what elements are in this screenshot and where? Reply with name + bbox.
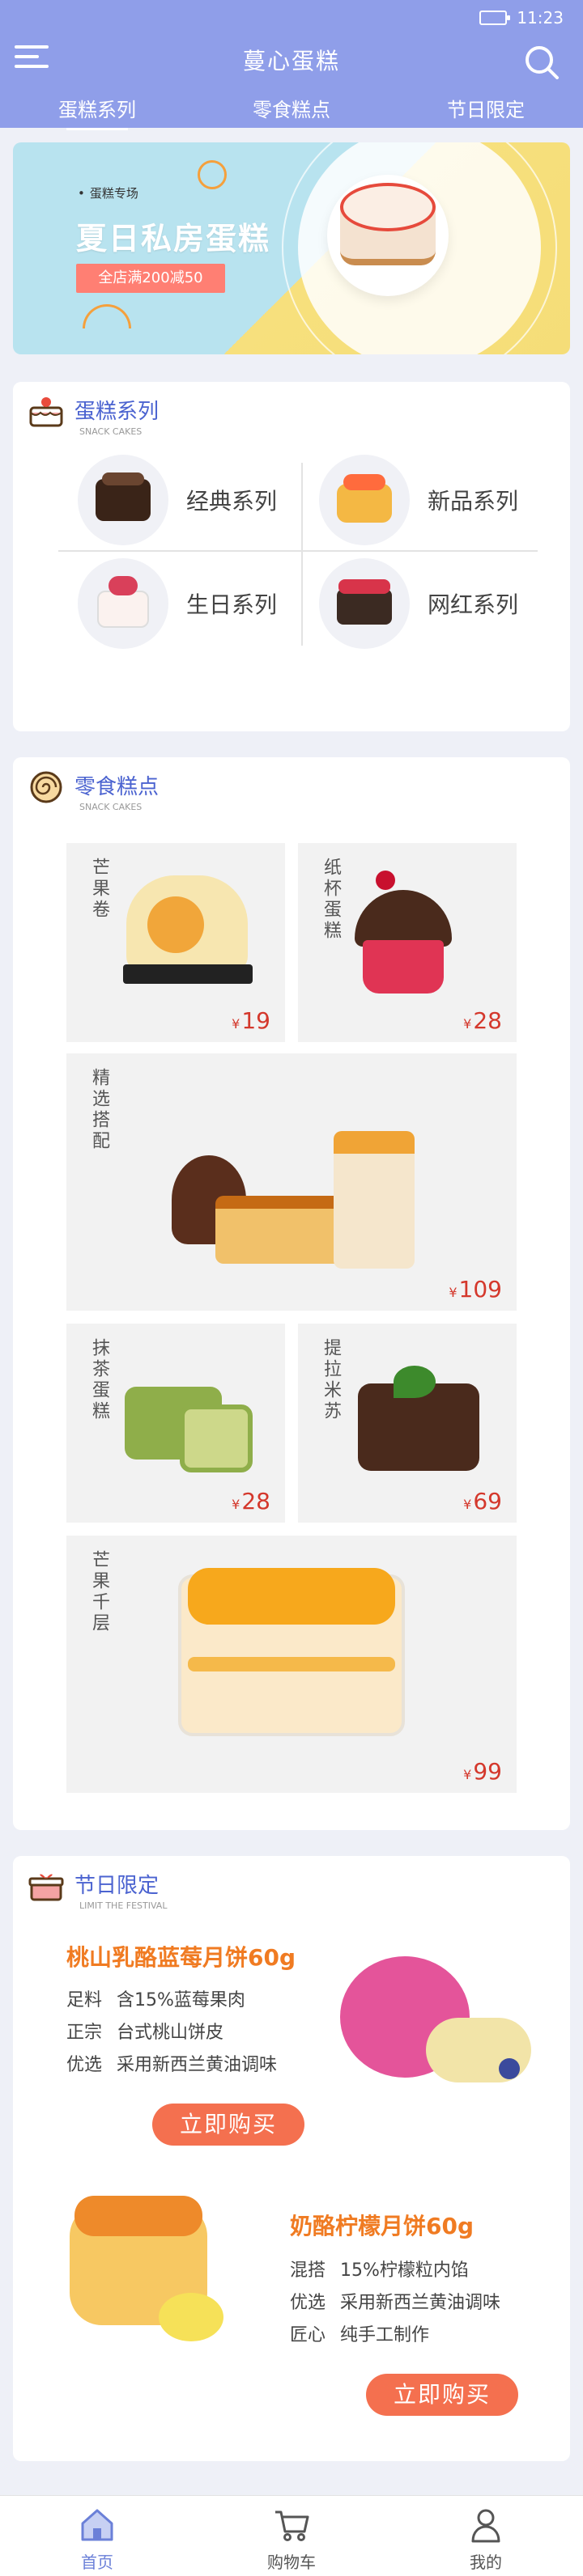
product-name: 奶酪柠檬月饼60g bbox=[290, 2213, 474, 2239]
status-time: 11:23 bbox=[517, 8, 564, 28]
snack-name: 芒果千层 bbox=[89, 1550, 109, 1634]
food-plate bbox=[123, 964, 253, 984]
buy-now-button[interactable]: 立即购买 bbox=[152, 2104, 304, 2146]
cake-series-section: 蛋糕系列 SNACK CAKES 经典系列 新品系列 生日系列 网红系列 bbox=[13, 382, 570, 731]
series-image bbox=[78, 558, 168, 649]
section-header: 节日限定 LIMIT THE FESTIVAL bbox=[28, 1869, 167, 1911]
app-title: 蔓心蛋糕 bbox=[242, 48, 340, 74]
snack-name: 抹茶蛋糕 bbox=[89, 1338, 109, 1422]
snack-price: ¥99 bbox=[463, 1758, 502, 1785]
category-tabs: 蛋糕系列 零食糕点 节日限定 bbox=[0, 94, 583, 130]
lemon-image bbox=[159, 2293, 223, 2341]
series-item-birthday[interactable]: 生日系列 bbox=[78, 555, 304, 652]
food-detail bbox=[188, 1657, 395, 1671]
section-header: 零食糕点 SNACK CAKES bbox=[28, 770, 159, 812]
cart-icon bbox=[275, 2510, 309, 2541]
app-header: 11:23 蔓心蛋糕 蛋糕系列 零食糕点 节日限定 bbox=[0, 0, 583, 130]
blueberry-image bbox=[499, 2058, 520, 2079]
series-image bbox=[319, 558, 410, 649]
nav-item-profile[interactable]: 我的 bbox=[389, 2496, 583, 2576]
mooncake-top bbox=[74, 2196, 202, 2236]
series-label: 网红系列 bbox=[428, 591, 519, 618]
series-grid: 经典系列 新品系列 生日系列 网红系列 bbox=[58, 451, 538, 652]
snack-name: 芒果卷 bbox=[89, 858, 109, 921]
section-title: 蛋糕系列 bbox=[74, 400, 160, 424]
banner-title: 夏日私房蛋糕 bbox=[76, 221, 271, 256]
tab-festival[interactable]: 节日限定 bbox=[389, 94, 583, 130]
section-subtitle: SNACK CAKES bbox=[79, 802, 143, 812]
tab-cake-series[interactable]: 蛋糕系列 bbox=[0, 94, 194, 130]
snack-card-cupcake[interactable]: 纸杯蛋糕 ¥28 bbox=[298, 843, 517, 1042]
banner-subtitle: 蛋糕专场 bbox=[78, 184, 138, 201]
user-icon bbox=[471, 2509, 500, 2543]
nav-label: 我的 bbox=[470, 2553, 502, 2572]
bottom-nav: 首页 购物车 我的 bbox=[0, 2495, 583, 2576]
mango-topping bbox=[188, 1568, 395, 1625]
product-detail: 正宗 台式桃山饼皮 bbox=[66, 2023, 224, 2043]
snack-card-matcha[interactable]: 抹茶蛋糕 ¥28 bbox=[66, 1324, 285, 1523]
snack-card-selection[interactable]: 精选搭配 ¥109 bbox=[66, 1053, 517, 1311]
series-label: 经典系列 bbox=[186, 488, 278, 515]
festival-section: 节日限定 LIMIT THE FESTIVAL 桃山乳酪蓝莓月饼60g 足料 含1… bbox=[13, 1856, 570, 2461]
battery-icon bbox=[479, 11, 511, 25]
series-label: 新品系列 bbox=[428, 488, 519, 515]
gift-cake-icon bbox=[28, 1869, 65, 1903]
promo-banner[interactable]: 蛋糕专场 夏日私房蛋糕 全店满200减50 bbox=[13, 142, 570, 354]
roll-cake-icon bbox=[28, 770, 65, 804]
product-detail: 足料 含15%蓝莓果肉 bbox=[66, 1990, 245, 2010]
cake-top-shape bbox=[340, 183, 436, 231]
section-title: 零食糕点 bbox=[74, 775, 160, 799]
parfait-image bbox=[334, 1131, 415, 1269]
series-image bbox=[78, 455, 168, 545]
product-detail: 混搭 15%柠檬粒内馅 bbox=[290, 2260, 469, 2281]
snack-price: ¥28 bbox=[463, 1007, 502, 1034]
snack-price: ¥69 bbox=[463, 1488, 502, 1515]
nav-item-home[interactable]: 首页 bbox=[0, 2496, 194, 2576]
section-header: 蛋糕系列 SNACK CAKES bbox=[28, 395, 159, 437]
nav-label: 首页 bbox=[81, 2553, 113, 2572]
cupcake-wrapper bbox=[363, 940, 444, 994]
section-subtitle: SNACK CAKES bbox=[79, 426, 143, 437]
product-name: 桃山乳酪蓝莓月饼60g bbox=[66, 1944, 296, 1971]
product-detail: 优选 采用新西兰黄油调味 bbox=[66, 2055, 278, 2075]
snack-price: ¥109 bbox=[449, 1276, 502, 1303]
banner-promo-badge: 全店满200减50 bbox=[76, 264, 225, 293]
series-label: 生日系列 bbox=[186, 591, 278, 618]
series-item-trending[interactable]: 网红系列 bbox=[319, 555, 546, 652]
cherry-image bbox=[376, 871, 395, 890]
search-icon[interactable] bbox=[523, 44, 560, 81]
snack-card-tiramisu[interactable]: 提拉米苏 ¥69 bbox=[298, 1324, 517, 1523]
series-item-new[interactable]: 新品系列 bbox=[319, 451, 546, 549]
section-title: 节日限定 bbox=[74, 1874, 160, 1898]
nav-label: 购物车 bbox=[267, 2553, 316, 2572]
snack-name: 纸杯蛋糕 bbox=[321, 858, 341, 942]
buy-now-button[interactable]: 立即购买 bbox=[366, 2374, 518, 2416]
snack-price: ¥19 bbox=[232, 1007, 270, 1034]
nav-item-cart[interactable]: 购物车 bbox=[194, 2496, 389, 2576]
home-icon bbox=[81, 2509, 113, 2541]
snack-name: 提拉米苏 bbox=[321, 1338, 341, 1422]
lemon-slice-icon bbox=[198, 160, 227, 189]
section-subtitle: LIMIT THE FESTIVAL bbox=[79, 1900, 168, 1911]
snack-card-mango-roll[interactable]: 芒果卷 ¥19 bbox=[66, 843, 285, 1042]
series-image bbox=[319, 455, 410, 545]
food-detail bbox=[180, 1405, 253, 1472]
series-item-classic[interactable]: 经典系列 bbox=[78, 451, 304, 549]
snack-card-mango-mille[interactable]: 芒果千层 ¥99 bbox=[66, 1536, 517, 1793]
snack-price: ¥28 bbox=[232, 1488, 270, 1515]
mint-leaf bbox=[394, 1366, 436, 1398]
divider bbox=[58, 550, 538, 552]
status-bar: 11:23 bbox=[479, 8, 564, 28]
product-detail: 匠心 纯手工制作 bbox=[290, 2325, 430, 2345]
tab-snacks[interactable]: 零食糕点 bbox=[194, 94, 389, 130]
food-detail bbox=[147, 896, 204, 953]
lemon-slice-icon bbox=[83, 304, 131, 328]
food-image bbox=[355, 890, 452, 947]
cake-icon bbox=[28, 395, 65, 429]
snack-name: 精选搭配 bbox=[89, 1068, 109, 1152]
product-detail: 优选 采用新西兰黄油调味 bbox=[290, 2293, 501, 2313]
snacks-section: 零食糕点 SNACK CAKES 芒果卷 ¥19 纸杯蛋糕 ¥28 精选搭配 ¥… bbox=[13, 757, 570, 1830]
cheesecake-image bbox=[215, 1196, 353, 1264]
